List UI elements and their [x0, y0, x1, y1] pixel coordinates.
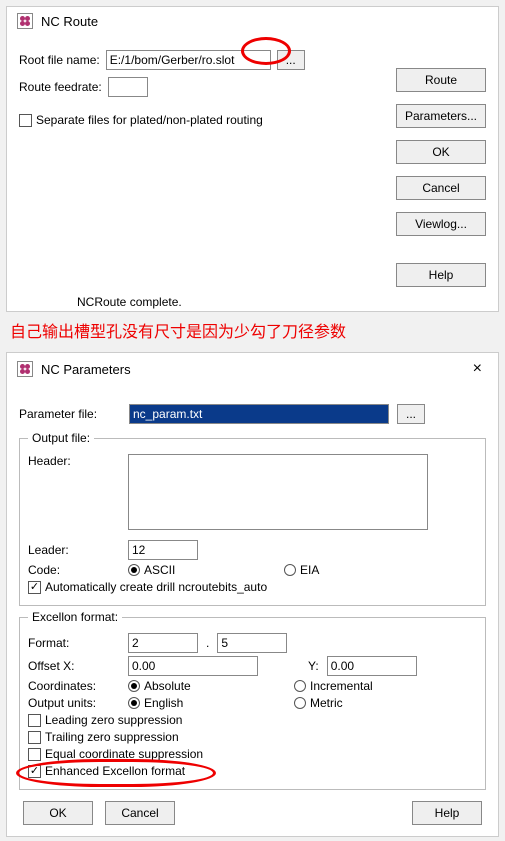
parameter-file-label: Parameter file:	[19, 407, 129, 421]
route-feedrate-label: Route feedrate:	[19, 80, 102, 94]
help-button[interactable]: Help	[412, 801, 482, 825]
root-file-input[interactable]	[106, 50, 271, 70]
separate-files-checkbox[interactable]	[19, 114, 32, 127]
enhanced-excellon-label: Enhanced Excellon format	[45, 764, 185, 778]
titlebar: NC Route	[7, 7, 498, 35]
header-label: Header:	[28, 454, 128, 468]
coord-incremental-radio[interactable]	[294, 680, 306, 692]
auto-create-label: Automatically create drill ncroutebits_a…	[45, 580, 267, 594]
code-ascii-radio[interactable]	[128, 564, 140, 576]
window-title: NC Route	[41, 14, 98, 29]
leading-zero-checkbox[interactable]	[28, 714, 41, 727]
equal-coord-checkbox[interactable]	[28, 748, 41, 761]
ok-button[interactable]: OK	[396, 140, 486, 164]
annotation-text: 自己输出槽型孔没有尺寸是因为少勾了刀径参数	[0, 312, 505, 352]
output-file-legend: Output file:	[28, 431, 94, 445]
units-english-label: English	[144, 696, 294, 710]
code-eia-label: EIA	[300, 563, 319, 577]
status-bar: NCRoute complete.	[7, 293, 498, 311]
parameters-button[interactable]: Parameters...	[396, 104, 486, 128]
excellon-legend: Excellon format:	[28, 610, 122, 624]
coord-absolute-radio[interactable]	[128, 680, 140, 692]
titlebar: NC Parameters ×	[7, 353, 498, 385]
separate-files-label: Separate files for plated/non-plated rou…	[36, 113, 263, 127]
app-icon	[17, 13, 33, 29]
units-english-radio[interactable]	[128, 697, 140, 709]
coordinates-label: Coordinates:	[28, 679, 128, 693]
trailing-zero-checkbox[interactable]	[28, 731, 41, 744]
format-b-input[interactable]	[217, 633, 287, 653]
browse-button[interactable]: ...	[397, 404, 425, 424]
coord-incremental-label: Incremental	[310, 679, 373, 693]
code-label: Code:	[28, 563, 128, 577]
format-sep: .	[206, 636, 209, 650]
leading-zero-label: Leading zero suppression	[45, 713, 182, 727]
trailing-zero-label: Trailing zero suppression	[45, 730, 179, 744]
header-textarea[interactable]	[128, 454, 428, 530]
route-button[interactable]: Route	[396, 68, 486, 92]
coord-absolute-label: Absolute	[144, 679, 294, 693]
offset-y-label: Y:	[308, 659, 319, 673]
route-feedrate-input[interactable]	[108, 77, 148, 97]
leader-label: Leader:	[28, 543, 128, 557]
code-ascii-label: ASCII	[144, 563, 284, 577]
output-file-group: Output file: Header: Leader: Code: ASCII…	[19, 431, 486, 606]
cancel-button[interactable]: Cancel	[396, 176, 486, 200]
cancel-button[interactable]: Cancel	[105, 801, 175, 825]
browse-button[interactable]: ...	[277, 50, 305, 70]
ok-button[interactable]: OK	[23, 801, 93, 825]
units-metric-label: Metric	[310, 696, 343, 710]
root-file-label: Root file name:	[19, 53, 100, 67]
help-button[interactable]: Help	[396, 263, 486, 287]
format-a-input[interactable]	[128, 633, 198, 653]
excellon-group: Excellon format: Format: . Offset X: Y: …	[19, 610, 486, 790]
offset-y-input[interactable]	[327, 656, 417, 676]
output-units-label: Output units:	[28, 696, 128, 710]
code-eia-radio[interactable]	[284, 564, 296, 576]
nc-parameters-window: NC Parameters × Parameter file: ... Outp…	[6, 352, 499, 837]
viewlog-button[interactable]: Viewlog...	[396, 212, 486, 236]
units-metric-radio[interactable]	[294, 697, 306, 709]
offset-x-label: Offset X:	[28, 659, 128, 673]
nc-route-window: NC Route Root file name: ... Route feedr…	[6, 6, 499, 312]
close-icon[interactable]: ×	[467, 359, 488, 379]
parameter-file-input[interactable]	[129, 404, 389, 424]
equal-coord-label: Equal coordinate suppression	[45, 747, 203, 761]
auto-create-checkbox[interactable]: ✓	[28, 581, 41, 594]
app-icon	[17, 361, 33, 377]
window-title: NC Parameters	[41, 362, 131, 377]
enhanced-excellon-checkbox[interactable]: ✓	[28, 765, 41, 778]
format-label: Format:	[28, 636, 128, 650]
offset-x-input[interactable]	[128, 656, 258, 676]
leader-input[interactable]	[128, 540, 198, 560]
